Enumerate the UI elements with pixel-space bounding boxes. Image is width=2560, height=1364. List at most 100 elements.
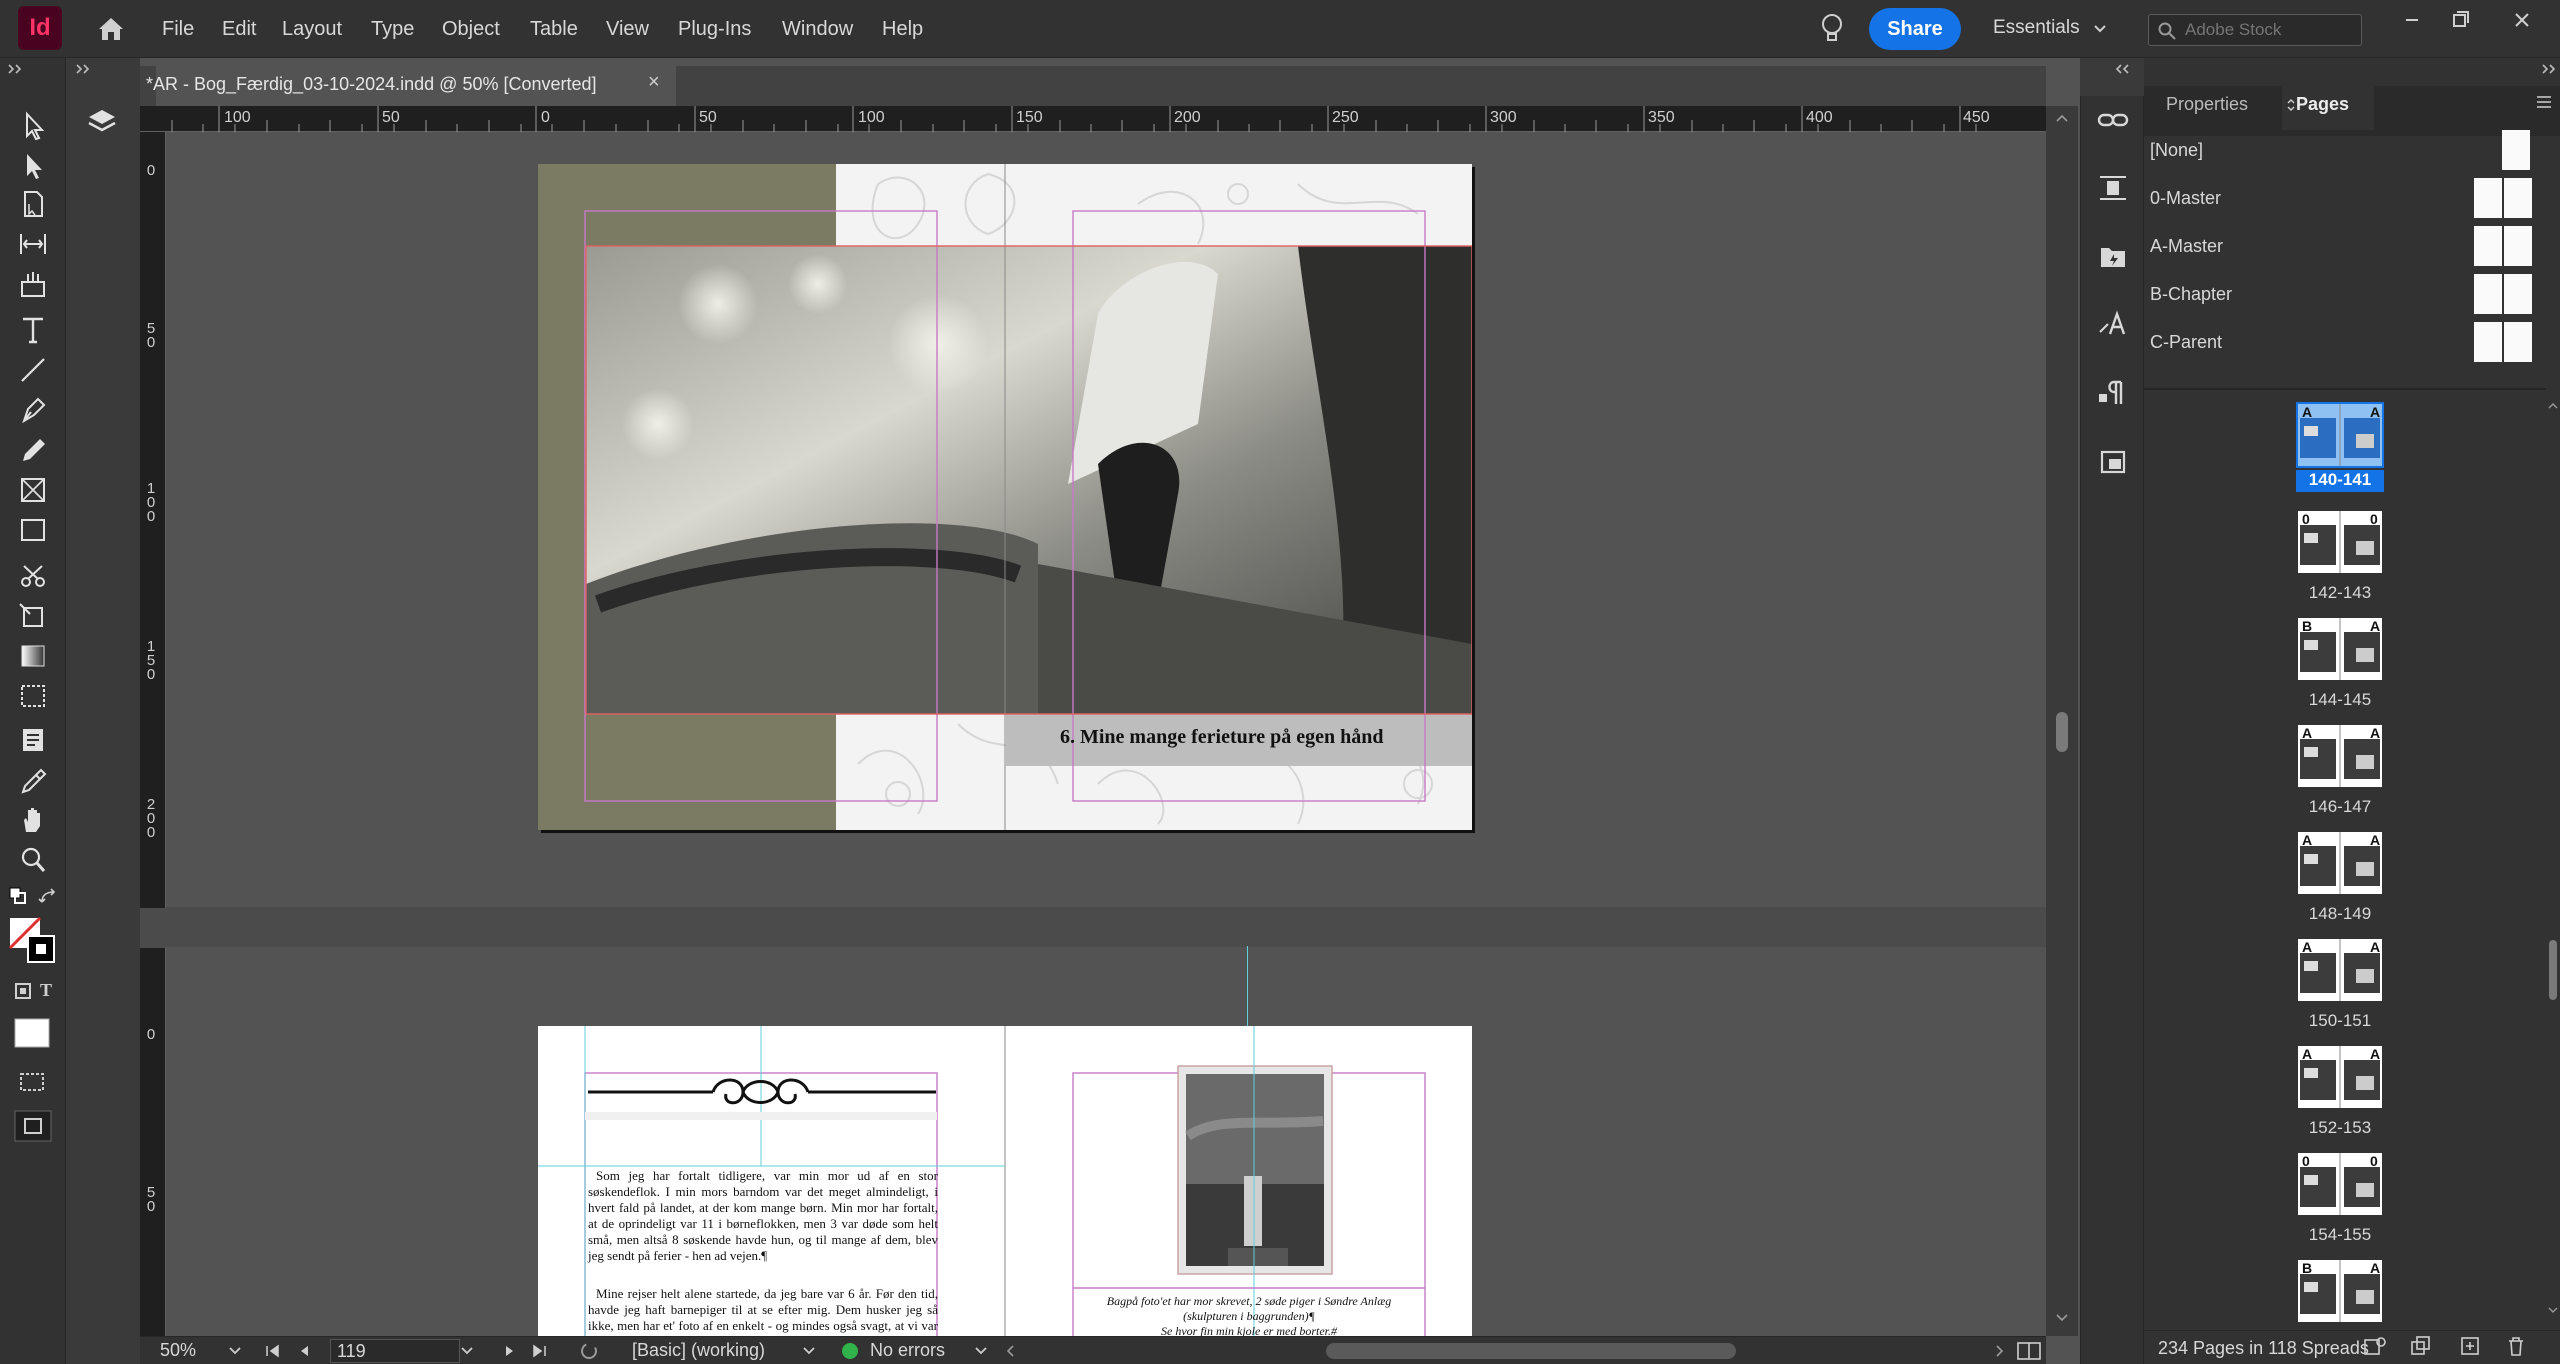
spread-label[interactable]: 154-155 (2296, 1225, 2384, 1245)
menu-window[interactable]: Window (782, 18, 853, 41)
photo-caption[interactable]: Bagpå foto'et har mor skrevet, 2 søde pi… (1076, 1294, 1422, 1339)
paragraph-styles-icon[interactable] (2096, 376, 2130, 408)
spread-label[interactable]: 146-147 (2296, 797, 2384, 817)
document-canvas[interactable]: 6. Mine mange ferieture på egen hånd Som… (166, 132, 2046, 1342)
spread-thumbnail-item[interactable]: A A 140-141 (2296, 402, 2396, 504)
character-styles-icon[interactable] (2096, 308, 2130, 340)
close-icon[interactable] (2502, 6, 2542, 34)
panel-menu-icon[interactable] (2534, 94, 2554, 110)
spread-label[interactable]: 148-149 (2296, 904, 2384, 924)
body-paragraph-1[interactable]: Som jeg har fortalt tidligere, var min m… (588, 1168, 938, 1264)
collapse-strip-icon[interactable] (2114, 62, 2134, 76)
scroll-left-icon[interactable] (1004, 1344, 1016, 1358)
collapse-panel-icon[interactable] (6, 62, 26, 76)
menu-file[interactable]: File (162, 18, 194, 41)
split-window-icon[interactable] (2016, 1341, 2042, 1361)
page-tool-icon[interactable] (16, 188, 50, 220)
tab-pages[interactable]: Pages (2296, 94, 2349, 115)
object-styles-icon[interactable] (2096, 446, 2130, 478)
document-tab-close-button[interactable]: × (648, 71, 660, 94)
menu-table[interactable]: Table (530, 18, 578, 41)
new-page-icon[interactable] (2458, 1334, 2482, 1358)
tab-properties[interactable]: Properties (2166, 94, 2248, 115)
vertical-ruler[interactable]: 0 5 0 1 0 0 1 5 0 2 0 0 0 5 0 (140, 132, 166, 1342)
spread-thumbnail-item[interactable]: A A 150-151 (2296, 939, 2396, 1039)
menu-edit[interactable]: Edit (222, 18, 256, 41)
menu-view[interactable]: View (606, 18, 649, 41)
spread-label[interactable]: 144-145 (2296, 690, 2384, 710)
spread-thumbnail[interactable]: 00 (2298, 511, 2382, 573)
eyedropper-tool-icon[interactable] (16, 764, 50, 796)
spread-page-1[interactable]: 6. Mine mange ferieture på egen hånd (538, 164, 1472, 830)
restore-icon[interactable] (2440, 6, 2480, 34)
spread-thumbnail-item[interactable]: B A 144-145 (2296, 618, 2396, 718)
first-spread-icon[interactable] (264, 1343, 282, 1359)
sort-arrows-icon[interactable] (2286, 98, 2296, 112)
content-collector-icon[interactable] (16, 268, 50, 300)
note-tool-icon[interactable] (16, 724, 50, 756)
apply-color-icon[interactable] (14, 1018, 50, 1048)
gradient-swatch-tool-icon[interactable] (16, 640, 50, 672)
master-0[interactable]: 0-Master (2150, 178, 2532, 218)
next-spread-icon[interactable] (502, 1343, 518, 1359)
preflight-icon[interactable] (578, 1341, 600, 1361)
lightbulb-icon[interactable] (1818, 12, 1846, 46)
menu-help[interactable]: Help (882, 18, 923, 41)
selection-tool-icon[interactable] (16, 110, 50, 142)
previous-spread-icon[interactable] (296, 1343, 312, 1359)
preflight-profile[interactable]: [Basic] (working) (632, 1340, 765, 1361)
search-input[interactable] (2185, 19, 2355, 41)
default-fill-stroke-icon[interactable] (8, 886, 28, 906)
scroll-up-icon[interactable] (2054, 112, 2070, 124)
app-logo[interactable]: Id (18, 6, 62, 50)
spread-label[interactable]: 140-141 (2296, 470, 2384, 492)
spread-thumbnail-item[interactable]: 0 0 142-143 (2296, 511, 2396, 611)
direct-selection-tool-icon[interactable] (16, 150, 50, 182)
spread-thumbnail[interactable]: AA (2298, 939, 2382, 1001)
text-wrap-icon[interactable] (2096, 172, 2130, 204)
adobe-stock-search[interactable] (2148, 14, 2362, 46)
zoom-tool-icon[interactable] (16, 844, 50, 876)
spread-thumbnail-item[interactable]: A A 148-149 (2296, 832, 2396, 932)
chevron-down-icon[interactable] (974, 1346, 988, 1356)
menu-plug-ins[interactable]: Plug-Ins (678, 18, 751, 41)
fill-stroke-swatch-icon[interactable] (8, 916, 60, 968)
edit-page-size-icon[interactable] (2362, 1334, 2388, 1358)
master-a[interactable]: A-Master (2150, 226, 2532, 266)
spread-thumbnail-item[interactable]: A A 152-153 (2296, 1046, 2396, 1146)
chevron-down-icon[interactable] (2093, 24, 2107, 34)
spread-thumbnail-item[interactable]: 0 0 154-155 (2296, 1153, 2396, 1253)
spread-thumbnail[interactable]: AA (2296, 402, 2384, 468)
zoom-level[interactable]: 50% (160, 1340, 196, 1361)
last-spread-icon[interactable] (530, 1343, 548, 1359)
vertical-scroll-thumb[interactable] (2056, 712, 2068, 752)
links-icon[interactable] (2096, 104, 2130, 136)
page-number-value[interactable]: 119 (337, 1341, 366, 1362)
spread-thumbnail[interactable]: AA (2298, 832, 2382, 894)
rectangle-tool-icon[interactable] (16, 514, 50, 546)
screen-mode-icon[interactable] (14, 1110, 52, 1142)
page-number-field[interactable]: 119 (330, 1339, 460, 1363)
chevron-down-icon[interactable] (802, 1346, 816, 1356)
spread-thumbnail[interactable]: 00 (2298, 1153, 2382, 1215)
cc-libraries-icon[interactable] (2096, 240, 2130, 272)
chapter-caption[interactable]: 6. Mine mange ferieture på egen hånd (1060, 726, 1384, 749)
chevron-down-icon[interactable] (228, 1346, 242, 1356)
spread-page-2[interactable]: Som jeg har fortalt tidligere, var min m… (538, 1026, 1472, 1342)
layers-icon[interactable] (86, 106, 118, 136)
vertical-scrollbar[interactable] (2046, 106, 2078, 1336)
formatting-container-icon[interactable] (14, 982, 32, 1000)
scroll-down-icon[interactable] (2054, 1312, 2070, 1324)
workspace-select[interactable]: Essentials (1993, 17, 2080, 39)
new-master-icon[interactable] (2408, 1334, 2434, 1358)
pen-tool-icon[interactable] (16, 394, 50, 426)
horizontal-ruler[interactable]: 100 50 0 50 100 150 200 250 300 350 400 … (140, 106, 2046, 132)
spread-label[interactable]: 142-143 (2296, 583, 2384, 603)
spread-label[interactable]: 152-153 (2296, 1118, 2384, 1138)
menu-object[interactable]: Object (442, 18, 500, 41)
spread-thumbnail-item[interactable]: A A 146-147 (2296, 725, 2396, 825)
gap-tool-icon[interactable] (16, 228, 50, 260)
minimize-icon[interactable] (2392, 6, 2432, 34)
master-c[interactable]: C-Parent (2150, 322, 2532, 362)
preflight-errors[interactable]: No errors (870, 1340, 945, 1361)
